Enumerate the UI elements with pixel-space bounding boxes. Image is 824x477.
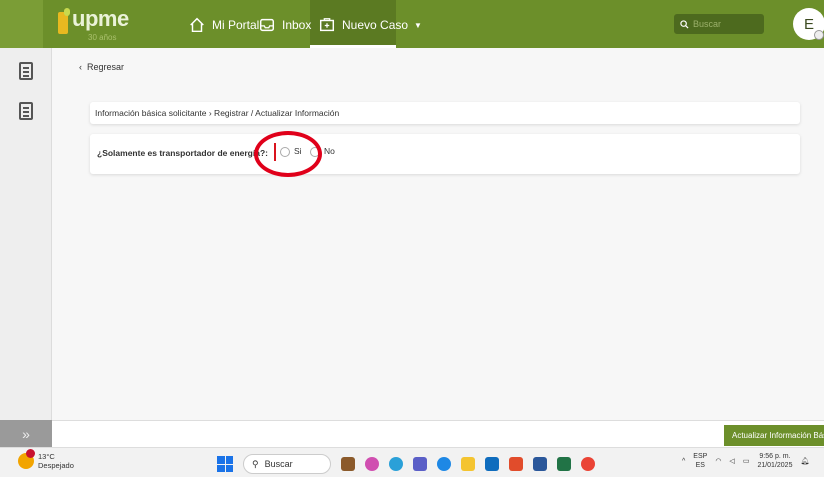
search-icon: [680, 19, 689, 29]
new-case-icon: [319, 18, 335, 32]
word-icon[interactable]: [533, 457, 547, 471]
breadcrumb: Información básica solicitante › Registr…: [90, 102, 800, 124]
powerpoint-icon[interactable]: [509, 457, 523, 471]
sidebar-expand-button[interactable]: »: [0, 420, 52, 447]
search-icon: ⚲: [252, 458, 259, 469]
chrome-profile-icon[interactable]: [581, 457, 595, 471]
inbox-icon: [259, 18, 275, 32]
sun-icon: [18, 449, 35, 469]
nav-mi-portal[interactable]: Mi Portal: [188, 14, 259, 36]
weather-widget[interactable]: 13°C Despejado: [18, 449, 74, 470]
volume-icon[interactable]: ◁: [729, 457, 734, 465]
excel-icon[interactable]: [557, 457, 571, 471]
system-tray: ^ ESP ES ◠ ◁ ▭ 9:56 p. m. 21/01/2025 🔔︎: [682, 452, 809, 470]
annotation-circle: [254, 131, 322, 177]
taskbar-search-label: Buscar: [264, 459, 293, 469]
main-content: ‹ Regresar Información básica solicitant…: [52, 48, 824, 420]
notification-badge: [26, 449, 35, 458]
nav-nuevo-caso[interactable]: Nuevo Caso ▼: [318, 14, 422, 36]
sidebar: [0, 48, 52, 420]
logo-text: upme: [72, 6, 129, 31]
clock-date: 21/01/2025: [757, 462, 793, 469]
weather-condition: Despejado: [38, 461, 74, 470]
taskbar-search[interactable]: ⚲ Buscar: [243, 454, 331, 474]
sidebar-list-icon[interactable]: [19, 102, 33, 120]
notification-bell-icon[interactable]: 🔔︎: [800, 457, 809, 465]
chevron-left-icon: ‹: [79, 62, 82, 72]
search-placeholder: Buscar: [693, 19, 722, 29]
radio-no-label[interactable]: No: [324, 146, 335, 156]
topbar-left-pad: [0, 0, 43, 48]
clock[interactable]: 9:56 p. m. 21/01/2025: [757, 452, 792, 470]
home-icon: [190, 17, 204, 33]
file-explorer-icon[interactable]: [461, 457, 475, 471]
logo-leaf-icon: [64, 8, 70, 16]
chevron-up-icon[interactable]: ^: [682, 458, 685, 465]
nav-inbox-label: Inbox: [282, 18, 312, 32]
temperature: 13°C: [38, 452, 55, 461]
chevron-down-icon: ▼: [414, 20, 422, 30]
search-input[interactable]: Buscar: [674, 14, 764, 34]
language-indicator[interactable]: ESP ES: [693, 452, 707, 470]
taskbar-apps: ⚲ Buscar: [217, 454, 595, 474]
wifi-icon[interactable]: ◠: [715, 457, 721, 465]
question-label: ¿Solamente es transportador de energía?:: [97, 148, 268, 158]
windows-taskbar: 13°C Despejado ⚲ Buscar ^ ESP ES ◠ ◁ ▭ 9…: [0, 447, 824, 477]
nav-mi-portal-label: Mi Portal: [212, 18, 260, 32]
app-footer: [52, 420, 824, 447]
nav-nuevo-caso-label: Nuevo Caso: [342, 18, 409, 32]
sidebar-document-icon[interactable]: [19, 62, 33, 80]
avatar-settings-icon[interactable]: [814, 30, 824, 40]
clock-time: 9:56 p. m.: [759, 453, 791, 460]
windows-start-icon[interactable]: [217, 456, 233, 472]
back-link[interactable]: ‹ Regresar: [79, 62, 124, 72]
question-card: ¿Solamente es transportador de energía?:…: [90, 134, 800, 174]
back-link-label: Regresar: [87, 62, 125, 72]
outlook-icon[interactable]: [485, 457, 499, 471]
battery-icon[interactable]: ▭: [743, 457, 750, 465]
nav-inbox[interactable]: Inbox: [258, 14, 311, 36]
teams-icon[interactable]: [413, 457, 427, 471]
widget-app-icon[interactable]: [341, 457, 355, 471]
update-info-button[interactable]: Actualizar Información Básica: [724, 425, 824, 446]
copilot-icon[interactable]: [365, 457, 379, 471]
edge-icon[interactable]: [437, 457, 451, 471]
language-top: ESP: [693, 453, 708, 460]
breadcrumb-text: Información básica solicitante › Registr…: [95, 108, 340, 118]
language-bottom: ES: [695, 462, 705, 469]
logo-subtitle: 30 años: [88, 33, 117, 42]
chrome-icon[interactable]: [389, 457, 403, 471]
